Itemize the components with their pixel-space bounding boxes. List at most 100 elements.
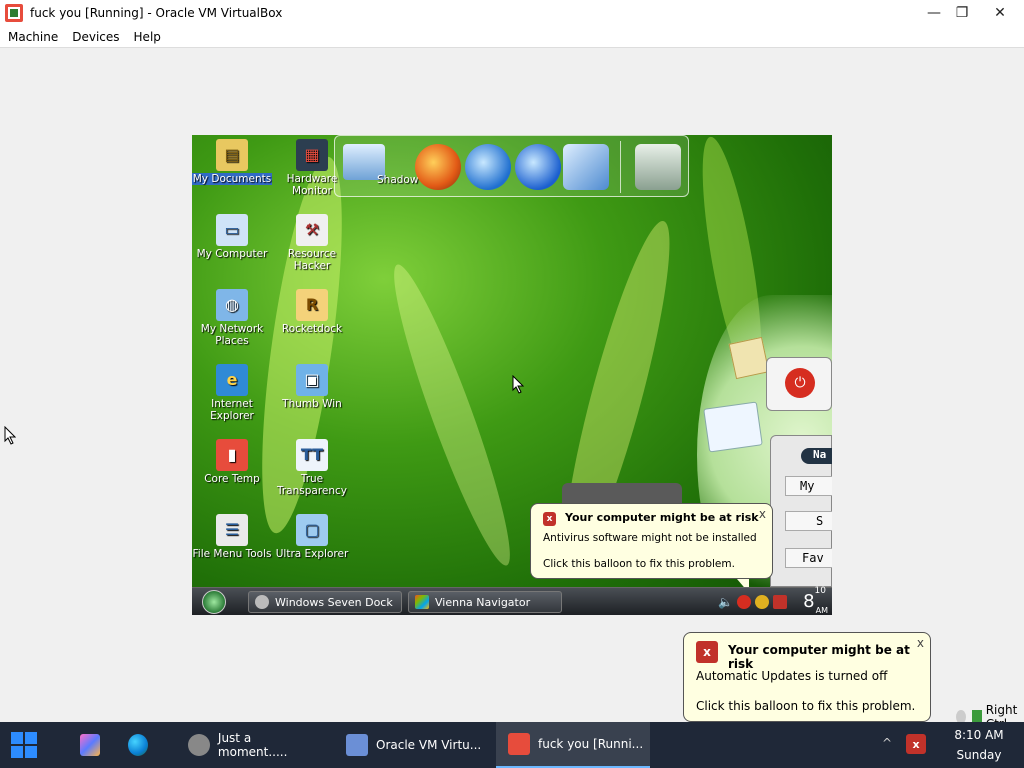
clock-ampm: AM — [815, 605, 828, 615]
rocketdock-icon: R — [296, 289, 328, 321]
desktop-icon-my-computer[interactable]: ▭ My Computer — [192, 214, 272, 260]
guest-taskbar: Windows Seven Dock Vienna Navigator 🔈 81… — [192, 585, 832, 615]
desktop-icon-file-menu-tools[interactable]: ☰ File Menu Tools — [192, 514, 272, 560]
system-clock[interactable]: 8:10 AM Sunday — [944, 725, 1014, 765]
transparency-icon: TT — [296, 439, 328, 471]
antivirus-balloon[interactable]: x Your computer might be at risk x Antiv… — [530, 503, 773, 593]
host-balloon-action: Click this balloon to fix this problem. — [696, 699, 916, 713]
media-player-icon[interactable] — [515, 144, 561, 190]
host-cursor-icon — [4, 426, 16, 445]
desktop-icon-core-temp[interactable]: ▮ Core Temp — [192, 439, 272, 485]
app-icon — [188, 734, 210, 756]
desktop-icon-internet-explorer[interactable]: e Internet Explorer — [192, 364, 272, 422]
taskbar-app-just-a-moment[interactable]: Just a moment..... — [178, 722, 324, 768]
calendar-gadget-icon — [703, 401, 763, 453]
power-gadget: ⏻ — [766, 357, 832, 411]
navigator-gadget: Na My S Fav — [770, 435, 832, 587]
desktop-icon-label: Resource Hacker — [287, 248, 337, 272]
guest-task-windows-seven-dock[interactable]: Windows Seven Dock — [248, 591, 402, 613]
desktop-icon-label: My Computer — [196, 248, 268, 260]
desktop-icon-label: Ultra Explorer — [275, 548, 349, 560]
thumbnail-window-icon: ▣ — [296, 364, 328, 396]
security-shield-icon: x — [543, 512, 556, 526]
desktop-icon-ultra-explorer[interactable]: ▢ Ultra Explorer — [272, 514, 352, 560]
taskbar-app-oracle-vm[interactable]: Oracle VM Virtu... — [336, 722, 482, 768]
folder-icon: ▤ — [216, 139, 248, 171]
desktop-icon-label: Core Temp — [204, 473, 260, 485]
desktop-icon-my-network-places[interactable]: ◍ My Network Places — [192, 289, 272, 347]
desktop-icon-thumb-win[interactable]: ▣ Thumb Win — [272, 364, 352, 410]
desktop-icon-resource-hacker[interactable]: ⚒ Resource Hacker — [272, 214, 352, 272]
guest-cursor-icon — [512, 375, 525, 394]
system-time: 8:10 AM — [954, 728, 1004, 742]
guest-desktop[interactable]: ▤ My Documents ▭ My Computer ◍ My Networ… — [192, 135, 832, 615]
system-day: Sunday — [956, 748, 1002, 762]
dock-task-icon — [255, 595, 269, 609]
vm-window-icon — [508, 733, 530, 755]
balloon-action: Click this balloon to fix this problem. — [543, 558, 735, 570]
window-title: fuck you [Running] - Oracle VM VirtualBo… — [30, 6, 283, 20]
edge-icon[interactable] — [128, 722, 156, 768]
maximize-button[interactable]: ❐ — [944, 0, 980, 26]
tray-error-icon[interactable] — [737, 595, 752, 609]
desktop-icon-label: My Documents — [192, 173, 272, 185]
clock-hour: 8 — [803, 590, 815, 612]
dock-item-label: Shadow — [377, 174, 419, 186]
window-titlebar[interactable]: fuck you [Running] - Oracle VM VirtualBo… — [0, 0, 1024, 26]
security-shield-icon: x — [696, 641, 718, 663]
desktop-icon-label: True Transparency — [276, 473, 348, 497]
taskbar-app-fuck-you-running[interactable]: fuck you [Runni... — [496, 722, 650, 768]
balloon-message: Antivirus software might not be installe… — [543, 532, 757, 544]
host-updates-balloon[interactable]: x Your computer might be at risk x Autom… — [683, 632, 931, 722]
virtualbox-icon — [346, 734, 368, 756]
start-button[interactable] — [10, 722, 44, 768]
computer-icon: ▭ — [216, 214, 248, 246]
gadget-button-s[interactable]: S — [785, 511, 832, 531]
folder-gadget-icon — [728, 336, 770, 380]
desktop-icon-label: File Menu Tools — [192, 548, 272, 560]
security-tray-icon[interactable]: x — [906, 734, 926, 754]
internet-explorer-icon[interactable] — [465, 144, 511, 190]
copilot-icon[interactable] — [80, 722, 108, 768]
tray-warning-icon[interactable] — [755, 595, 770, 609]
explorer-window-icon: ▢ — [296, 514, 328, 546]
desktop-icon-my-documents[interactable]: ▤ My Documents — [192, 139, 272, 185]
menu-bar: Machine Devices Help — [0, 26, 1024, 48]
taskbar-app-label: Just a moment..... — [217, 731, 288, 759]
guest-start-button[interactable] — [202, 590, 226, 614]
clock-minute: 10 — [814, 585, 826, 596]
gadget-button-my[interactable]: My — [785, 476, 832, 496]
desktop-icon-true-transparency[interactable]: TT True Transparency — [272, 439, 352, 497]
dock-app-icon[interactable] — [563, 144, 609, 190]
security-center-icon[interactable] — [773, 595, 788, 609]
menu-machine[interactable]: Machine — [8, 30, 58, 44]
desktop-icon-rocketdock[interactable]: R Rocketdock — [272, 289, 352, 335]
host-taskbar: Just a moment..... Oracle VM Virtu... fu… — [0, 722, 1024, 768]
guest-task-vienna-navigator[interactable]: Vienna Navigator — [408, 591, 562, 613]
menu-help[interactable]: Help — [134, 30, 161, 44]
close-button[interactable]: ✕ — [982, 0, 1018, 26]
balloon-title: Your computer might be at risk — [565, 511, 759, 524]
desktop-icon-label: Thumb Win — [282, 398, 342, 410]
grass-blade — [378, 257, 526, 573]
desktop-icon-label: Rocketdock — [281, 323, 343, 335]
power-icon[interactable]: ⏻ — [785, 368, 815, 398]
recycle-bin-icon[interactable] — [635, 144, 681, 190]
host-balloon-close-button[interactable]: x — [917, 636, 924, 650]
volume-icon[interactable]: 🔈 — [718, 595, 733, 609]
thermometer-icon: ▮ — [216, 439, 248, 471]
taskbar-app-label: fuck you [Runni... — [538, 737, 644, 751]
menu-devices[interactable]: Devices — [72, 30, 119, 44]
gadget-button-fav[interactable]: Fav — [785, 548, 832, 568]
firefox-icon[interactable] — [415, 144, 461, 190]
host-balloon-title: Your computer might be at risk — [728, 643, 910, 671]
gadget-button-na[interactable]: Na — [801, 448, 832, 464]
host-balloon-message: Automatic Updates is turned off — [696, 669, 888, 683]
windows-logo-icon — [11, 732, 37, 758]
desktop-icon-label: Internet Explorer — [210, 398, 254, 422]
app-root: fuck you [Running] - Oracle VM VirtualBo… — [0, 0, 1024, 768]
guest-task-label: Vienna Navigator — [435, 595, 531, 609]
balloon-close-button[interactable]: x — [759, 507, 766, 521]
show-hidden-icons-chevron-icon[interactable]: ^ — [882, 736, 892, 750]
internet-explorer-icon: e — [216, 364, 248, 396]
